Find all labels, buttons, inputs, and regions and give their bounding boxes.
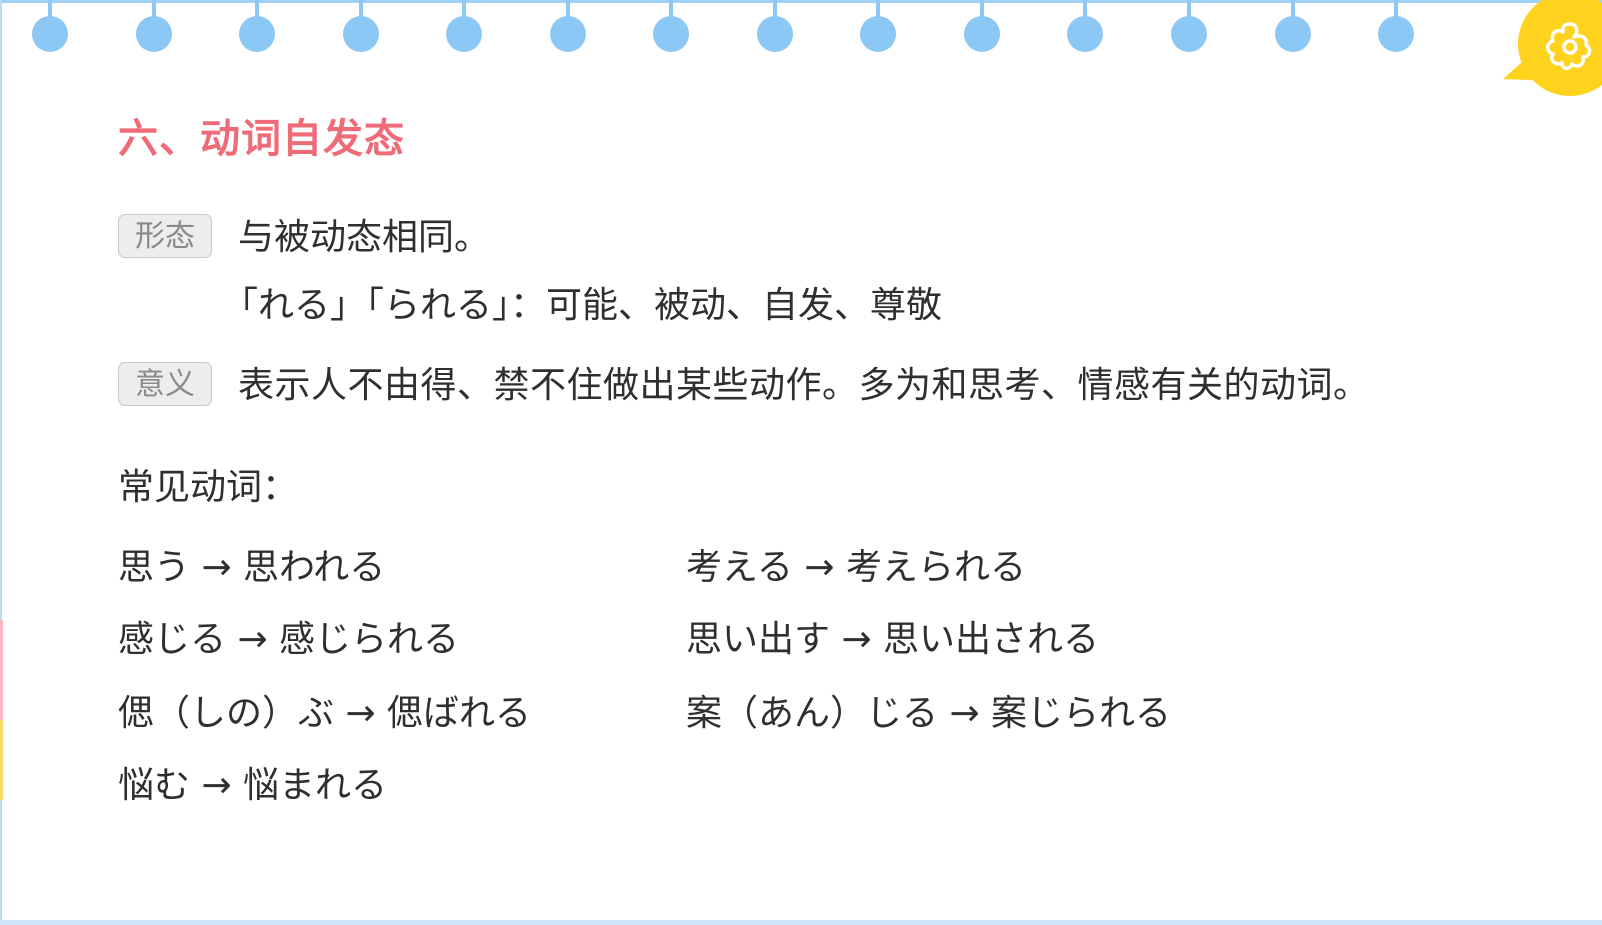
meaning-tag: 意义 — [118, 362, 212, 406]
form-suffix-uses: 「れる」「られる」：可能、被动、自发、尊敬 — [222, 285, 943, 326]
verb-item: 思う → 思われる — [118, 547, 386, 588]
flower-icon — [1546, 22, 1592, 71]
binder-ring — [1067, 0, 1103, 52]
binder-ring — [550, 0, 586, 52]
verb-item: 感じる → 感じられる — [118, 619, 460, 660]
binder-ring — [653, 0, 689, 52]
binder-ring — [1378, 0, 1414, 52]
binder-ring — [757, 0, 793, 52]
page-bottom-border — [0, 920, 1602, 925]
verb-item: 案（あん）じる → 案じられる — [686, 693, 1172, 734]
section-title: 六、动词自发态 — [118, 116, 405, 162]
verb-item: 悩む → 悩まれる — [118, 765, 388, 806]
meaning-description: 表示人不由得、禁不住做出某些动作。多为和思考、情感有关的动词。 — [238, 365, 1370, 406]
side-tab-yellow — [0, 720, 3, 800]
verb-item: 思い出す → 思い出される — [686, 619, 1100, 660]
form-tag: 形态 — [118, 214, 212, 258]
side-tab-pink — [0, 620, 3, 720]
binder-ring — [446, 0, 482, 52]
form-description: 与被动态相同。 — [238, 217, 491, 258]
verb-item: 偲（しの）ぶ → 偲ばれる — [118, 693, 532, 734]
binder-ring — [860, 0, 896, 52]
binder-ring — [1171, 0, 1207, 52]
binder-ring — [136, 0, 172, 52]
common-verbs-heading: 常见动词： — [118, 467, 299, 508]
binder-ring — [964, 0, 1000, 52]
binder-ring — [239, 0, 275, 52]
verb-item: 考える → 考えられる — [686, 547, 1026, 588]
binder-ring — [32, 0, 68, 52]
binder-ring — [343, 0, 379, 52]
binder-ring — [1275, 0, 1311, 52]
notebook-page: 六、动词自发态 形态 与被动态相同。 「れる」「られる」：可能、被动、自发、尊敬… — [0, 0, 1602, 925]
